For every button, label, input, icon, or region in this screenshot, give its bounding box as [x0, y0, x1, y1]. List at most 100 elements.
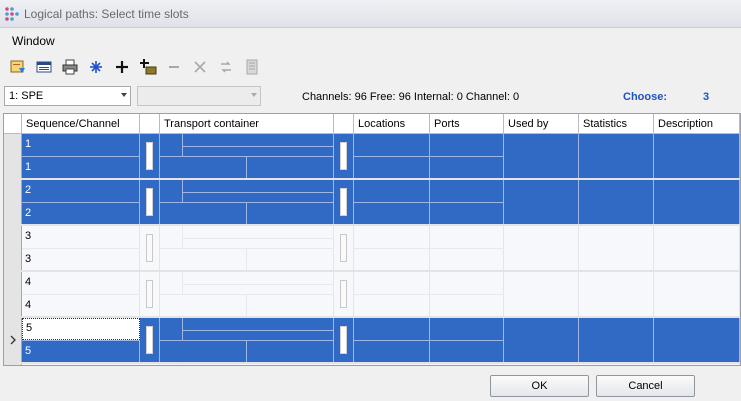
loc-cell[interactable]	[354, 272, 430, 316]
port-cell[interactable]	[430, 180, 504, 224]
transport-container-cell[interactable]	[160, 180, 334, 224]
sequence-channel-cell[interactable]: 11	[22, 134, 140, 178]
window-title: Logical paths: Select time slots	[24, 7, 189, 21]
header-locations[interactable]: Locations	[354, 114, 430, 134]
transport-container-cell[interactable]	[160, 318, 334, 362]
cancel-button[interactable]: Cancel	[596, 375, 695, 397]
row-divider	[430, 340, 504, 341]
menu-window[interactable]: Window	[12, 34, 55, 48]
slot-marker[interactable]	[146, 280, 153, 308]
header-label: Locations	[358, 118, 406, 130]
row-divider	[22, 248, 140, 249]
used-cell[interactable]	[504, 272, 579, 316]
row-indicator[interactable]	[4, 318, 22, 362]
sequence-channel-cell[interactable]: 33	[22, 226, 140, 270]
port-cell[interactable]	[430, 134, 504, 178]
used-cell[interactable]	[504, 134, 579, 178]
stat-cell[interactable]	[579, 134, 654, 178]
row-indicator[interactable]	[4, 134, 22, 178]
add-item-icon[interactable]	[138, 57, 158, 77]
type-select-value: 1: SPE	[9, 90, 44, 102]
slot-marker[interactable]	[146, 326, 153, 354]
plus-icon[interactable]	[112, 57, 132, 77]
sequence-value: 3	[25, 230, 32, 242]
container-divider	[160, 202, 334, 203]
close-icon	[190, 57, 210, 77]
stat-cell[interactable]	[579, 226, 654, 270]
slot-marker[interactable]	[340, 326, 347, 354]
slot-marker-cell[interactable]	[140, 180, 160, 224]
transport-container-cell[interactable]	[160, 272, 334, 316]
loc-cell[interactable]	[354, 318, 430, 362]
sequence-channel-cell[interactable]: 44	[22, 272, 140, 316]
panel-icon[interactable]	[34, 57, 54, 77]
row-indicator[interactable]	[4, 272, 22, 316]
choose-label: Choose:	[623, 91, 667, 103]
used-cell[interactable]	[504, 226, 579, 270]
row-indicator-header	[4, 114, 22, 134]
channel-value: 1	[25, 161, 32, 173]
row-indicator[interactable]	[4, 180, 22, 224]
ok-button[interactable]: OK	[490, 375, 589, 397]
row-divider	[22, 340, 140, 341]
loc-cell[interactable]	[354, 226, 430, 270]
slot-marker-cell[interactable]	[140, 272, 160, 316]
desc-cell[interactable]	[654, 318, 740, 362]
slot-marker-cell[interactable]	[334, 134, 354, 178]
slot-marker[interactable]	[340, 142, 347, 170]
container-divider	[160, 156, 334, 157]
port-cell[interactable]	[430, 272, 504, 316]
transport-container-cell[interactable]	[160, 134, 334, 178]
port-cell[interactable]	[430, 318, 504, 362]
print-icon[interactable]	[60, 57, 80, 77]
slot-marker[interactable]	[340, 234, 347, 262]
slot-marker-cell[interactable]	[334, 226, 354, 270]
sequence-channel-cell[interactable]: 22	[22, 180, 140, 224]
header-transport-container[interactable]: Transport container	[160, 114, 334, 134]
header-marker	[140, 114, 160, 134]
stat-cell[interactable]	[579, 180, 654, 224]
desc-cell[interactable]	[654, 272, 740, 316]
type-select[interactable]: 1: SPE	[4, 86, 131, 106]
stat-cell[interactable]	[579, 318, 654, 362]
transport-container-cell[interactable]	[160, 226, 334, 270]
sequence-channel-cell[interactable]: 55	[22, 318, 140, 362]
slot-marker-cell[interactable]	[140, 226, 160, 270]
header-description[interactable]: Description	[654, 114, 740, 134]
swap-icon	[216, 57, 236, 77]
slot-marker-cell[interactable]	[140, 134, 160, 178]
desc-cell[interactable]	[654, 134, 740, 178]
row-indicator[interactable]	[4, 226, 22, 270]
snowflake-icon[interactable]	[86, 57, 106, 77]
row-divider	[22, 202, 140, 203]
loc-cell[interactable]	[354, 180, 430, 224]
ok-button-label: OK	[531, 380, 548, 392]
slot-marker-cell[interactable]	[334, 180, 354, 224]
time-slots-grid: Sequence/Channel Transport container Loc…	[3, 113, 741, 366]
desc-cell[interactable]	[654, 180, 740, 224]
slot-marker-cell[interactable]	[140, 318, 160, 362]
header-ports[interactable]: Ports	[430, 114, 504, 134]
slot-marker[interactable]	[340, 188, 347, 216]
row-divider	[430, 202, 504, 203]
dialog-footer: OK Cancel	[0, 366, 741, 401]
slot-marker-cell[interactable]	[334, 272, 354, 316]
header-sequence-channel[interactable]: Sequence/Channel	[22, 114, 140, 134]
slot-marker[interactable]	[146, 234, 153, 262]
header-label: Transport container	[164, 118, 259, 130]
loc-cell[interactable]	[354, 134, 430, 178]
stat-cell[interactable]	[579, 272, 654, 316]
port-cell[interactable]	[430, 226, 504, 270]
slot-marker[interactable]	[146, 188, 153, 216]
slot-marker[interactable]	[146, 142, 153, 170]
slot-marker[interactable]	[340, 280, 347, 308]
desc-cell[interactable]	[654, 226, 740, 270]
header-statistics[interactable]: Statistics	[579, 114, 654, 134]
container-divider	[182, 134, 183, 156]
used-cell[interactable]	[504, 180, 579, 224]
used-cell[interactable]	[504, 318, 579, 362]
slot-marker-cell[interactable]	[334, 318, 354, 362]
chevron-down-icon[interactable]	[121, 93, 127, 97]
filter-icon[interactable]	[8, 57, 28, 77]
header-used-by[interactable]: Used by	[504, 114, 579, 134]
